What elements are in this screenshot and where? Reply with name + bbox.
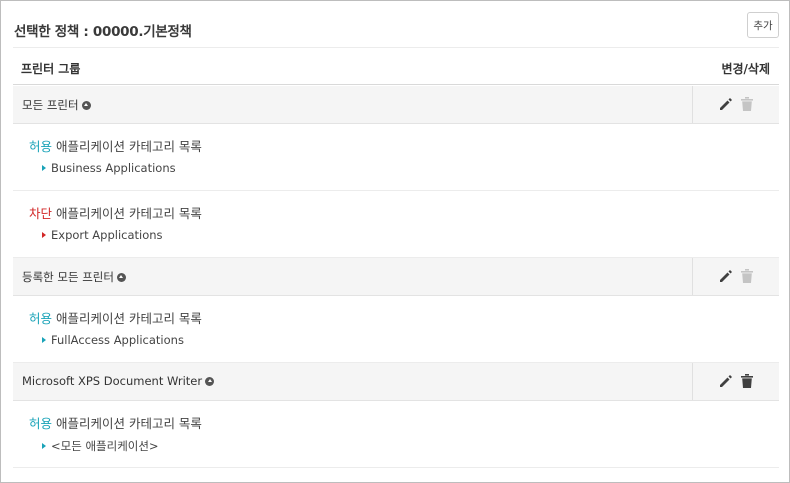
printer-group-label: 등록한 모든 프린터 bbox=[22, 270, 114, 284]
printer-group-label: Microsoft XPS Document Writer bbox=[22, 374, 203, 388]
policy-panel: 선택한 정책 : 00000.기본정책 추가 프린터 그룹 변경/삭제 모든 프… bbox=[0, 0, 790, 483]
printer-group-name[interactable]: Microsoft XPS Document Writer bbox=[22, 374, 215, 388]
pencil-icon[interactable] bbox=[719, 97, 733, 111]
rule-item: <모든 애플리케이션> bbox=[42, 438, 159, 454]
add-button[interactable]: 추가 bbox=[747, 12, 779, 38]
pencil-icon[interactable] bbox=[719, 374, 733, 388]
trash-icon[interactable] bbox=[741, 97, 753, 111]
triangle-right-icon bbox=[42, 443, 46, 449]
column-header-actions: 변경/삭제 bbox=[721, 62, 770, 76]
page-title: 선택한 정책 : 00000.기본정책 bbox=[14, 24, 192, 40]
printer-group-row: Microsoft XPS Document Writer bbox=[13, 363, 779, 401]
rule-title: 허용 애플리케이션 카테고리 목록 bbox=[29, 136, 202, 155]
triangle-right-icon bbox=[42, 165, 46, 171]
printer-group-label: 모든 프린터 bbox=[22, 98, 79, 112]
allow-label: 허용 bbox=[29, 139, 53, 154]
row-actions bbox=[692, 363, 779, 400]
collapse-icon[interactable] bbox=[116, 272, 126, 282]
collapse-icon[interactable] bbox=[81, 100, 91, 110]
row-actions bbox=[692, 258, 779, 295]
rule-item: Business Applications bbox=[42, 161, 176, 175]
category-name: Business Applications bbox=[51, 161, 176, 175]
trash-icon[interactable] bbox=[741, 269, 753, 283]
category-name: Export Applications bbox=[51, 228, 163, 242]
printer-group-name[interactable]: 모든 프린터 bbox=[22, 97, 91, 113]
allow-label: 허용 bbox=[29, 311, 53, 326]
triangle-right-icon bbox=[42, 232, 46, 238]
allow-label: 허용 bbox=[29, 416, 53, 431]
rule-item: Export Applications bbox=[42, 228, 163, 242]
row-actions bbox=[692, 86, 779, 123]
deny-label: 차단 bbox=[29, 206, 53, 221]
printer-group-row: 모든 프린터 bbox=[13, 86, 779, 124]
allow-rule-block: 허용 애플리케이션 카테고리 목록 Business Applications bbox=[13, 124, 779, 191]
column-header-group: 프린터 그룹 bbox=[21, 62, 81, 76]
collapse-icon[interactable] bbox=[205, 376, 215, 386]
rule-title: 허용 애플리케이션 카테고리 목록 bbox=[29, 308, 202, 327]
trash-icon[interactable] bbox=[741, 374, 753, 388]
rule-title-text: 애플리케이션 카테고리 목록 bbox=[52, 206, 202, 221]
category-name: FullAccess Applications bbox=[51, 333, 184, 347]
rule-title-text: 애플리케이션 카테고리 목록 bbox=[52, 139, 202, 154]
category-name: <모든 애플리케이션> bbox=[51, 439, 159, 453]
pencil-icon[interactable] bbox=[719, 269, 733, 283]
rule-title-text: 애플리케이션 카테고리 목록 bbox=[52, 311, 202, 326]
rule-title-text: 애플리케이션 카테고리 목록 bbox=[52, 416, 202, 431]
rule-title: 허용 애플리케이션 카테고리 목록 bbox=[29, 413, 202, 432]
triangle-right-icon bbox=[42, 337, 46, 343]
panel-header: 선택한 정책 : 00000.기본정책 추가 bbox=[1, 1, 789, 47]
table-header: 프린터 그룹 변경/삭제 bbox=[13, 47, 779, 85]
allow-rule-block: 허용 애플리케이션 카테고리 목록 FullAccess Application… bbox=[13, 296, 779, 363]
printer-group-row: 등록한 모든 프린터 bbox=[13, 258, 779, 296]
deny-rule-block: 차단 애플리케이션 카테고리 목록 Export Applications bbox=[13, 191, 779, 258]
allow-rule-block: 허용 애플리케이션 카테고리 목록 <모든 애플리케이션> bbox=[13, 401, 779, 468]
rule-title: 차단 애플리케이션 카테고리 목록 bbox=[29, 203, 202, 222]
printer-group-name[interactable]: 등록한 모든 프린터 bbox=[22, 269, 126, 285]
rule-item: FullAccess Applications bbox=[42, 333, 184, 347]
